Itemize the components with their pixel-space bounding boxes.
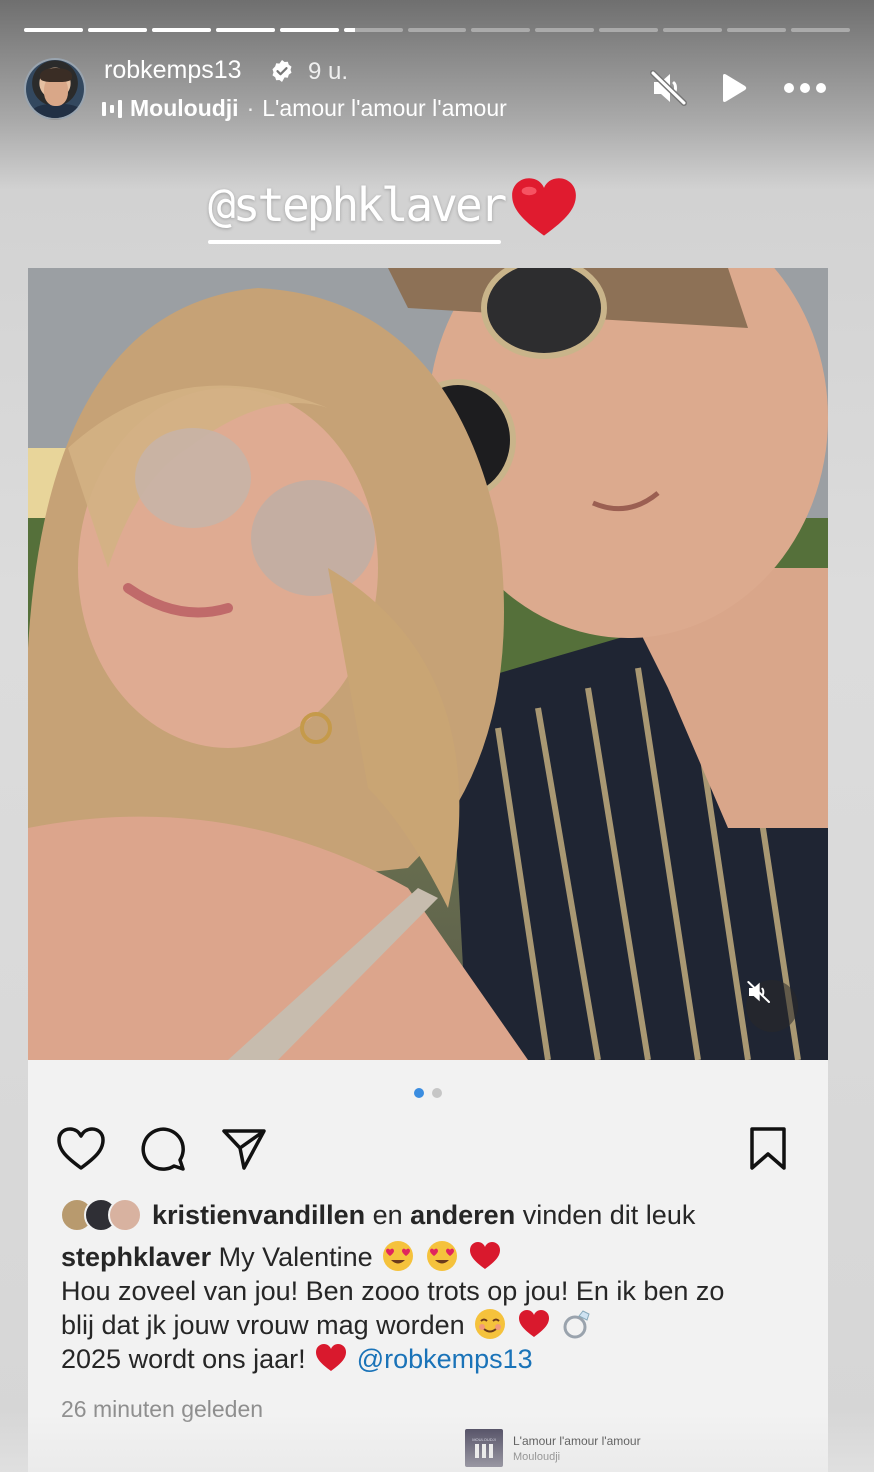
caption-username[interactable]: stephklaver [61, 1242, 211, 1272]
likes-connector: en [372, 1199, 403, 1230]
album-cover: MOULOUDJI [465, 1429, 503, 1467]
likes-suffix: vinden dit leuk [522, 1199, 696, 1230]
caption-line-1: My Valentine [218, 1242, 373, 1272]
post-actions [28, 1124, 828, 1174]
like-icon[interactable] [56, 1126, 106, 1172]
story-progress-segment [87, 28, 147, 32]
music-title: L'amour l'amour l'amour [262, 95, 507, 121]
avatar[interactable] [24, 58, 86, 120]
story-progress-segment [471, 28, 531, 32]
story-progress-bar [24, 28, 850, 32]
story-progress-segment [599, 28, 659, 32]
story-progress-segment [727, 28, 787, 32]
red-heart-icon [470, 1242, 501, 1269]
mute-icon[interactable] [650, 70, 688, 106]
caption-line-2: Hou zoveel van jou! Ben zooo trots op jo… [61, 1276, 725, 1306]
instagram-post-card: kristienvandillen en anderen vinden dit … [28, 268, 828, 1472]
story-progress-segment [279, 28, 339, 32]
story-progress-segment [407, 28, 467, 32]
likes-others[interactable]: anderen [410, 1200, 515, 1230]
carousel-dot [414, 1088, 424, 1098]
story-progress-segment [343, 28, 403, 32]
story-progress-segment [791, 28, 850, 32]
svg-text:MOULOUDJI: MOULOUDJI [472, 1437, 496, 1442]
red-heart-icon [316, 1344, 347, 1371]
story-music-attribution[interactable]: Mouloudji · L'amour l'amour l'amour [102, 95, 507, 122]
post-caption: stephklaver My Valentine Hou zoveel van … [61, 1240, 801, 1376]
music-bars-icon [102, 99, 122, 119]
music-sticker-title: L'amour l'amour l'amour [513, 1433, 641, 1448]
heart-eyes-emoji-icon [383, 1241, 414, 1271]
post-photo[interactable] [28, 268, 828, 1060]
smiling-blush-emoji-icon [475, 1309, 506, 1339]
story-viewer[interactable]: robkemps13 9 u. Mouloudji · L'amour l'am… [0, 0, 874, 1472]
comment-icon[interactable] [140, 1126, 186, 1172]
ring-emoji-icon [563, 1310, 590, 1339]
mute-icon [747, 981, 770, 1003]
mention-underline [208, 240, 501, 244]
carousel-indicator [28, 1088, 828, 1098]
likes-summary[interactable]: kristienvandillen en anderen vinden dit … [60, 1198, 695, 1232]
story-progress-segment [535, 28, 595, 32]
play-icon[interactable] [718, 72, 748, 104]
liker-avatar [108, 1198, 142, 1232]
share-icon[interactable] [220, 1126, 268, 1172]
story-progress-segment [24, 28, 83, 32]
verified-badge-icon [272, 60, 292, 82]
music-artist: Mouloudji [130, 95, 239, 121]
story-time: 9 u. [308, 58, 349, 85]
music-separator: · [246, 95, 255, 121]
post-mute-button[interactable] [746, 980, 798, 1032]
save-icon[interactable] [748, 1126, 788, 1172]
heart-eyes-emoji-icon [426, 1241, 457, 1271]
mention-sticker[interactable]: @stephklaver [208, 178, 507, 232]
red-heart-icon [518, 1310, 549, 1337]
caption-mention-link[interactable]: @robkemps13 [357, 1344, 533, 1374]
album-art-icon: MOULOUDJI [469, 1433, 499, 1463]
music-sticker[interactable]: MOULOUDJI L'amour l'amour l'amour Moulou… [465, 1429, 641, 1467]
more-icon[interactable] [782, 80, 828, 96]
red-heart-icon [512, 178, 576, 236]
caption-line-4: 2025 wordt ons jaar! [61, 1344, 306, 1374]
story-progress-segment [151, 28, 211, 32]
story-progress-segment [215, 28, 275, 32]
post-time-ago: 26 minuten geleden [61, 1396, 264, 1422]
story-username[interactable]: robkemps13 [104, 56, 242, 85]
caption-line-3: blij dat jk jouw vrouw mag worden [61, 1310, 465, 1340]
first-liker[interactable]: kristienvandillen [152, 1200, 365, 1230]
carousel-dot [432, 1088, 442, 1098]
music-sticker-artist: Mouloudji [513, 1450, 561, 1463]
story-progress-segment [663, 28, 723, 32]
